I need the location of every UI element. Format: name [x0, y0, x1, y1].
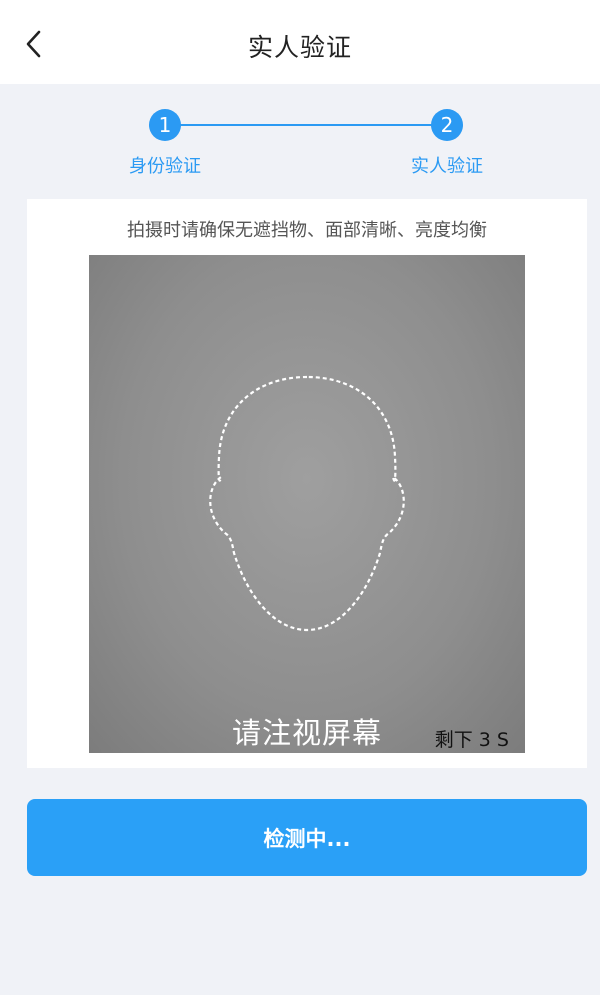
detecting-button[interactable]: 检测中...: [27, 799, 587, 876]
stepper-connector-line: [165, 124, 447, 126]
capture-card: 拍摄时请确保无遮挡物、面部清晰、亮度均衡 请注视屏幕 剩下 3 S: [27, 199, 587, 768]
step-2-indicator: 2: [431, 109, 463, 141]
countdown-timer: 剩下 3 S: [434, 729, 509, 751]
face-outline-guide-icon: [209, 375, 405, 632]
capture-hint-text: 拍摄时请确保无遮挡物、面部清晰、亮度均衡: [127, 220, 487, 241]
step-1-indicator: 1: [149, 109, 181, 141]
step-1-label: 身份验证: [129, 156, 201, 177]
face-verification-page: 实人验证 1 2 身份验证 实人验证 拍摄时请确保无遮挡物、面部清晰、亮度均衡 …: [0, 0, 600, 995]
verification-stepper: 1 2 身份验证 实人验证: [0, 84, 600, 199]
camera-preview: 请注视屏幕 剩下 3 S: [89, 255, 525, 753]
top-nav-bar: 实人验证: [0, 0, 600, 84]
step-2-label: 实人验证: [411, 156, 483, 177]
page-title: 实人验证: [247, 33, 352, 62]
